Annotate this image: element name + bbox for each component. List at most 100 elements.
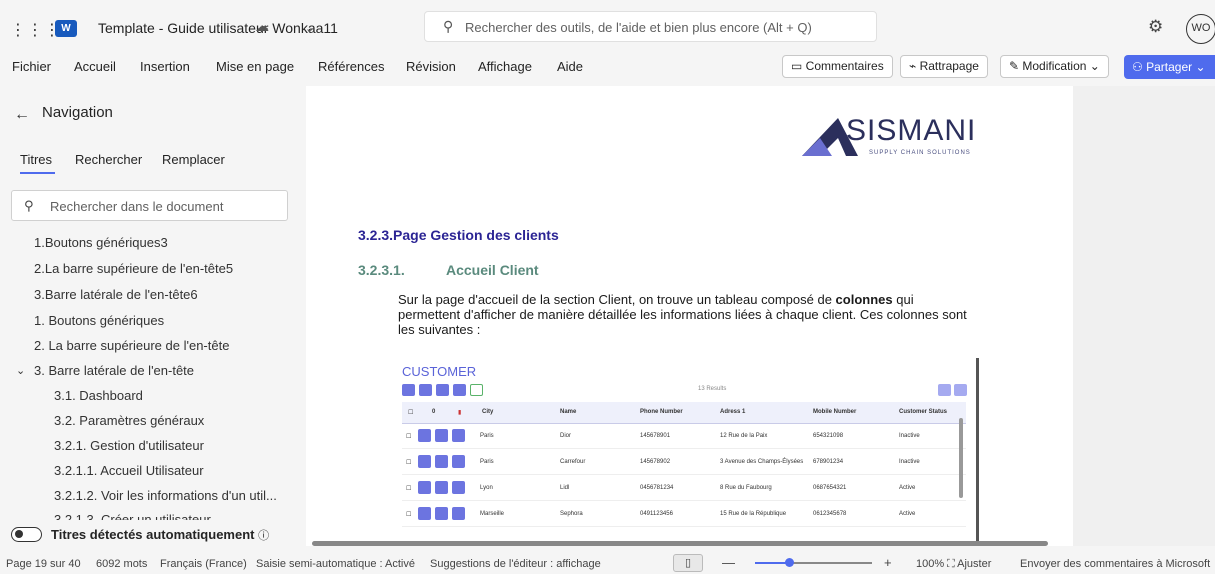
toggle-knob [15, 530, 23, 538]
document-page[interactable]: SISMANI SUPPLY CHAIN SOLUTIONS 3.2.3.Pag… [306, 86, 1073, 546]
word-count[interactable]: 6092 mots [96, 558, 147, 570]
search-input[interactable]: ⚲ Rechercher des outils, de l'aide et bi… [424, 11, 877, 42]
table-cell: Active [899, 485, 916, 491]
word-app-icon[interactable]: W [55, 20, 77, 37]
checkbox-icon: ☐ [408, 410, 414, 416]
title-bar: ⋮⋮⋮ W Template - Guide utilisateur Wonka… [0, 0, 1215, 50]
app-launcher-icon[interactable]: ⋮⋮⋮ [10, 20, 61, 40]
page-count[interactable]: Page 19 sur 40 [6, 558, 81, 570]
tab-search[interactable]: Rechercher [75, 152, 142, 167]
auto-headings-toggle[interactable] [11, 527, 42, 542]
comments-button[interactable]: ▭ Commentaires [782, 55, 893, 78]
menu-view[interactable]: Affichage [478, 59, 532, 74]
embed-header-cell: Name [560, 409, 577, 415]
editing-mode-button[interactable]: ✎ Modification ⌄ [1000, 55, 1109, 78]
embed-header-cell: Phone Number [640, 409, 683, 415]
nav-heading-item[interactable]: 1. Boutons génériques [34, 313, 164, 328]
zoom-slider-handle[interactable] [785, 558, 794, 567]
nav-search-input[interactable]: ⚲ Rechercher dans le document [11, 190, 288, 221]
chevron-down-icon[interactable]: ⌄ [16, 364, 25, 377]
zoom-out-button[interactable]: — [722, 555, 735, 570]
embed-tool-icon [419, 384, 432, 396]
zoom-in-button[interactable]: + [884, 555, 892, 570]
info-icon: ⓘ [258, 530, 270, 542]
auto-headings-label: Titres détectés automatiquement ⓘ [51, 527, 270, 542]
search-icon: ⚲ [443, 18, 454, 34]
nav-heading-item[interactable]: 3.2.1.2. Voir les informations d'un util… [54, 488, 277, 503]
section-heading: 3.2.3.Page Gestion des clients [358, 227, 559, 243]
nav-heading-item[interactable]: 2.La barre supérieure de l'en-tête5 [34, 261, 233, 276]
ribbon-menu: Fichier Accueil Insertion Mise en page R… [0, 50, 1215, 86]
checkbox-icon: ☐ [406, 486, 412, 492]
embed-tool-icon [954, 384, 967, 396]
nav-heading-item[interactable]: 3.2.1. Gestion d'utilisateur [54, 438, 204, 453]
embed-header-cell: Mobile Number [813, 409, 857, 415]
nav-heading-item[interactable]: 3. Barre latérale de l'en-tête [34, 363, 194, 378]
zoom-level[interactable]: 100% [916, 558, 944, 570]
table-cell: 0456781234 [640, 485, 674, 491]
catchup-label: Rattrapage [919, 59, 979, 73]
horizontal-scrollbar[interactable] [312, 541, 1048, 546]
embed-header-cell: 0 [432, 409, 436, 415]
nav-heading-item[interactable]: 3.2.1.1. Accueil Utilisateur [54, 463, 204, 478]
embed-header-cell: Customer Status [899, 409, 948, 415]
comment-icon: ▭ [791, 59, 806, 73]
checkbox-icon: ☐ [406, 512, 412, 518]
share-button[interactable]: ⚇ Partager ⌄ [1124, 55, 1215, 79]
edit-icon [435, 481, 448, 494]
feedback-link[interactable]: Envoyer des commentaires à Microsoft [1020, 558, 1210, 570]
active-tab-indicator [20, 172, 55, 174]
edit-icon [435, 429, 448, 442]
table-cell: Lidl [560, 485, 570, 491]
nav-heading-item[interactable]: 3.2. Paramètres généraux [54, 413, 204, 428]
table-cell: 654321098 [813, 433, 844, 439]
table-cell: 0612345678 [813, 511, 847, 517]
table-cell: 145678901 [640, 433, 671, 439]
arrow-left-icon[interactable]: ← [14, 106, 30, 124]
table-cell: Inactive [899, 459, 920, 465]
editor-suggestions-status[interactable]: Suggestions de l'éditeur : affichage [430, 558, 601, 570]
table-cell: 0491123456 [640, 511, 673, 517]
menu-insert[interactable]: Insertion [140, 59, 190, 74]
table-cell: Sephora [560, 511, 583, 517]
table-cell: Dior [560, 433, 572, 439]
language-status[interactable]: Français (France) [160, 558, 247, 570]
embed-tool-icon [938, 384, 951, 396]
menu-layout[interactable]: Mise en page [216, 59, 294, 74]
page-view-icon[interactable]: ▯ [673, 554, 703, 572]
autocomplete-status[interactable]: Saisie semi-automatique : Activé [256, 558, 415, 570]
gear-icon[interactable]: ⚙ [1148, 17, 1163, 37]
chevron-down-icon[interactable]: ⌄ [305, 22, 314, 35]
view-icon [418, 429, 431, 442]
nav-heading-item[interactable]: 3.1. Dashboard [54, 388, 143, 403]
menu-references[interactable]: Références [318, 59, 384, 74]
menu-file[interactable]: Fichier [12, 59, 51, 74]
customer-table-image: CUSTOMER 13 Results ☐ 0 ▮ City Name Phon… [398, 358, 982, 546]
document-canvas[interactable]: SISMANI SUPPLY CHAIN SOLUTIONS 3.2.3.Pag… [306, 86, 1215, 546]
avatar[interactable]: WO [1186, 14, 1215, 44]
tab-headings[interactable]: Titres [20, 152, 52, 167]
chevron-down-icon: ⌄ [1192, 60, 1206, 74]
document-title[interactable]: Template - Guide utilisateur Wonkaa11 [98, 20, 338, 36]
checkbox-icon: ☐ [406, 434, 412, 440]
embed-title: CUSTOMER [402, 364, 477, 379]
cloud-saved-icon[interactable]: ☁ [255, 18, 269, 35]
nav-heading-item[interactable]: 3.2.1.3. Créer un utilisateur [54, 512, 211, 520]
embed-scrollbar [959, 418, 963, 498]
menu-review[interactable]: Révision [406, 59, 456, 74]
table-cell: Carrefour [560, 459, 586, 465]
fit-icon: ⛶ [947, 558, 958, 570]
fit-button[interactable]: ⛶ Ajuster [947, 558, 991, 571]
nav-heading-item[interactable]: 2. La barre supérieure de l'en-tête [34, 338, 229, 353]
nav-heading-item[interactable]: 3.Barre latérale de l'en-tête6 [34, 287, 198, 302]
tab-replace[interactable]: Remplacer [162, 152, 225, 167]
embed-border [976, 358, 979, 546]
trash-icon: ▮ [458, 410, 462, 416]
catchup-button[interactable]: ⌁ Rattrapage [900, 55, 988, 78]
table-cell: Inactive [899, 433, 920, 439]
menu-home[interactable]: Accueil [74, 59, 116, 74]
copy-icon [452, 481, 465, 494]
nav-heading-item[interactable]: 1.Boutons génériques3 [34, 235, 168, 250]
editing-label: Modification [1022, 59, 1087, 73]
menu-help[interactable]: Aide [557, 59, 583, 74]
